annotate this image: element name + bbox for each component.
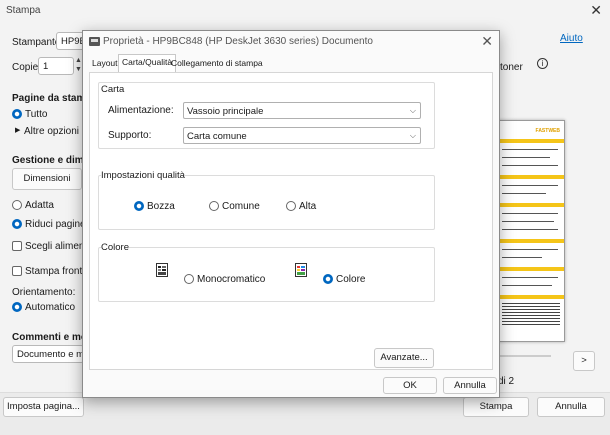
preview-line [502, 165, 558, 166]
dimensions-button[interactable]: Dimensioni [12, 168, 82, 190]
chevron-down-icon: ⌵ [409, 106, 416, 115]
paper-group-title: Carta [101, 84, 125, 95]
print-button[interactable]: Stampa [463, 397, 529, 417]
radio-all-label: Tutto [25, 109, 48, 120]
quality-high-label: Alta [299, 201, 317, 212]
printer-properties-dialog: Proprietà - HP9BC848 (HP DeskJet 3630 se… [82, 30, 500, 398]
page-setup-button[interactable]: Imposta pagina... [3, 397, 84, 417]
chevron-down-icon: ⌵ [409, 131, 416, 140]
copies-label: Copie: [12, 62, 41, 73]
preview-band [498, 203, 564, 207]
comments-select[interactable]: Documento e ma [12, 345, 84, 363]
color-group [98, 247, 435, 302]
color-label: Colore [336, 274, 366, 285]
radio-all-pages[interactable] [12, 109, 22, 119]
preview-line [502, 213, 558, 214]
preview-line [502, 257, 542, 258]
monochrome-icon [156, 263, 168, 277]
preview-band [498, 239, 564, 243]
properties-title: Proprietà - HP9BC848 (HP DeskJet 3630 se… [103, 36, 373, 47]
duplex-label: Stampa fronte/ [25, 266, 91, 277]
preview-line [502, 185, 558, 186]
choose-feed-checkbox[interactable] [12, 241, 22, 251]
source-select[interactable]: Vassoio principale ⌵ [183, 102, 421, 119]
media-value: Carta comune [187, 131, 247, 142]
preview-brand-text: FASTWEB [535, 128, 560, 134]
print-cancel-button[interactable]: Annulla [537, 397, 605, 417]
source-label: Alimentazione: [108, 105, 174, 116]
radio-reduce[interactable] [12, 219, 22, 229]
tab-layout[interactable]: Layout [89, 56, 121, 70]
preview-line [502, 285, 552, 286]
dialog-cancel-button[interactable]: Annulla [443, 377, 497, 394]
close-icon[interactable]: ✕ [481, 33, 493, 50]
advanced-button[interactable]: Avanzate... [374, 348, 434, 368]
preview-fineprint [502, 303, 560, 327]
preview-line [502, 157, 550, 158]
quality-draft-label: Bozza [147, 201, 175, 212]
preview-band [498, 267, 564, 271]
orientation-auto-label: Automatico [25, 302, 76, 313]
preview-band [498, 175, 564, 179]
properties-titlebar: Proprietà - HP9BC848 (HP DeskJet 3630 se… [83, 31, 499, 53]
radio-orientation-auto[interactable] [12, 302, 22, 312]
preview-line [502, 149, 558, 150]
color-group-title: Colore [101, 242, 129, 253]
radio-quality-draft[interactable] [134, 201, 144, 211]
print-dialog-titlebar: Stampa ✕ [0, 0, 610, 22]
duplex-checkbox[interactable] [12, 266, 22, 276]
preview-line [502, 249, 558, 250]
media-select[interactable]: Carta comune ⌵ [183, 127, 421, 144]
toner-label: toner [500, 62, 523, 73]
tab-print-connection[interactable]: Collegamento di stampa [168, 56, 266, 70]
copies-stepper[interactable]: ▲ ▼ [75, 56, 82, 74]
preview-line [502, 221, 554, 222]
quality-group-title: Impostazioni qualità [101, 170, 185, 181]
print-dialog-title: Stampa [6, 5, 41, 16]
close-icon[interactable]: ✕ [590, 2, 602, 19]
comments-heading: Commenti e mod [12, 332, 94, 343]
quality-normal-label: Comune [222, 201, 260, 212]
monochrome-label: Monocromatico [197, 274, 266, 285]
print-preview-page: FASTWEB [497, 120, 565, 342]
help-link[interactable]: Aiuto [560, 33, 583, 44]
preview-scrollbar[interactable] [497, 355, 551, 357]
paper-quality-panel: Carta Alimentazione: Vassoio principale … [89, 72, 493, 370]
copies-input[interactable]: 1 [38, 57, 74, 75]
radio-adapt[interactable] [12, 200, 22, 210]
other-options-label[interactable]: Altre opzioni [24, 126, 79, 137]
preview-line [502, 193, 546, 194]
orientation-label: Orientamento: [12, 287, 76, 298]
adapt-label: Adatta [25, 200, 54, 211]
radio-quality-normal[interactable] [209, 201, 219, 211]
color-icon [295, 263, 307, 277]
media-label: Supporto: [108, 130, 152, 141]
next-page-button[interactable]: > [573, 351, 595, 371]
source-value: Vassoio principale [187, 106, 264, 117]
radio-color[interactable] [323, 274, 333, 284]
radio-monochrome[interactable] [184, 274, 194, 284]
printer-icon [89, 37, 100, 46]
preview-band [498, 295, 564, 299]
expand-icon[interactable]: ▶ [15, 126, 20, 134]
page-count-label: di 2 [498, 376, 515, 387]
ok-button[interactable]: OK [383, 377, 437, 394]
preview-band [498, 139, 564, 143]
radio-quality-high[interactable] [286, 201, 296, 211]
info-icon[interactable]: i [537, 58, 548, 69]
preview-line [502, 277, 558, 278]
preview-line [502, 229, 558, 230]
